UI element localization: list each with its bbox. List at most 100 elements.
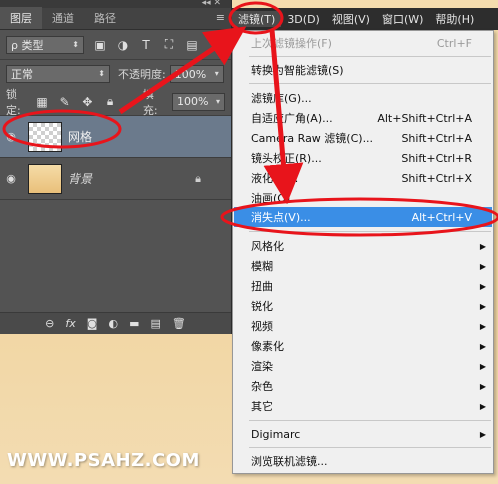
layer-row-grid[interactable]: ◉ 网格 <box>0 116 231 158</box>
lock-label: 锁定: <box>6 87 21 117</box>
type-filter-icon[interactable]: T <box>139 38 153 52</box>
menu-item-label: 滤镜库(G)... <box>251 92 312 105</box>
menu-item-blur[interactable]: 模糊 ▶ <box>234 256 492 276</box>
lock-row: 锁定: ▦ ✎ ✥ 🔒︎ 填充: 100% ▾ <box>0 87 231 117</box>
tab-paths[interactable]: 路径 <box>84 7 126 29</box>
menu-item-shortcut: Shift+Ctrl+A <box>401 131 472 145</box>
submenu-arrow-icon: ▶ <box>479 321 486 331</box>
menu-item-liquify[interactable]: 液化(L)... Shift+Ctrl+X <box>234 168 492 188</box>
menu-item-camera-raw[interactable]: Camera Raw 滤镜(C)... Shift+Ctrl+A <box>234 128 492 148</box>
smart-object-filter-icon[interactable]: ▤ <box>185 38 199 52</box>
opacity-input[interactable]: 100% ▾ <box>169 65 224 83</box>
lock-position-icon[interactable]: ✥ <box>81 95 95 109</box>
lock-pixels-icon[interactable]: ✎ <box>58 95 72 109</box>
menu-item-oil-paint[interactable]: 油画(O)... <box>234 188 492 208</box>
submenu-arrow-icon: ▶ <box>479 341 486 351</box>
menu-item-last-filter[interactable]: 上次滤镜操作(F) Ctrl+F <box>234 33 492 53</box>
fill-label: 填充: <box>142 87 158 117</box>
menu-item-label: 上次滤镜操作(F) <box>251 37 332 50</box>
filter-menu: 上次滤镜操作(F) Ctrl+F 转换为智能滤镜(S) 滤镜库(G)... 自适… <box>232 30 494 474</box>
lock-icon: 🔒︎ <box>195 171 201 185</box>
menu-item-sharpen[interactable]: 锐化 ▶ <box>234 296 492 316</box>
menu-item-label: 锐化 <box>251 300 273 313</box>
fx-icon[interactable]: fx <box>65 317 75 330</box>
layer-thumbnail <box>28 163 62 194</box>
submenu-arrow-icon: ▶ <box>479 301 486 311</box>
panel-menu-icon[interactable]: ≡ <box>216 11 225 24</box>
menu-item-label: 镜头校正(R)... <box>251 152 322 165</box>
menu-item-noise[interactable]: 杂色 ▶ <box>234 376 492 396</box>
trash-icon[interactable]: 🗑︎ <box>172 317 186 330</box>
menu-separator <box>249 447 491 448</box>
menu-bar: 滤镜(T) 3D(D) 视图(V) 窗口(W) 帮助(H) <box>232 8 498 30</box>
menu-item-digimarc[interactable]: Digimarc ▶ <box>234 424 492 444</box>
menu-item-label: 视频 <box>251 320 273 333</box>
menu-3d[interactable]: 3D(D) <box>281 13 326 26</box>
menu-item-label: 模糊 <box>251 260 273 273</box>
menu-item-label: 液化(L)... <box>251 172 299 185</box>
filter-row: ρ 类型 ⬍ ▣ ◑ T ⛶ ▤ ● <box>0 30 231 60</box>
filter-kind-select[interactable]: ρ 类型 ⬍ <box>6 35 84 54</box>
menu-item-stylize[interactable]: 风格化 ▶ <box>234 236 492 256</box>
menu-window[interactable]: 窗口(W) <box>376 11 429 27</box>
submenu-arrow-icon: ▶ <box>479 401 486 411</box>
submenu-arrow-icon: ▶ <box>479 429 486 439</box>
chevron-down-icon: ⬍ <box>72 39 79 49</box>
menu-item-label: Digimarc <box>251 427 301 441</box>
menu-item-video[interactable]: 视频 ▶ <box>234 316 492 336</box>
menu-item-label: 其它 <box>251 400 273 413</box>
adjustment-icon[interactable]: ◐ <box>108 317 118 330</box>
menu-item-pixelate[interactable]: 像素化 ▶ <box>234 336 492 356</box>
panel-footer: ⊖ fx ◙ ◐ ▬ ▤ 🗑︎ <box>0 312 231 334</box>
eye-icon[interactable]: ◉ <box>0 172 22 185</box>
menu-item-filter-gallery[interactable]: 滤镜库(G)... <box>234 88 492 108</box>
menu-item-shortcut: Ctrl+F <box>436 36 472 50</box>
menu-item-browse-online-filters[interactable]: 浏览联机滤镜... <box>234 451 492 471</box>
menu-item-label: 转换为智能滤镜(S) <box>251 64 344 77</box>
eye-icon[interactable]: ◉ <box>0 130 22 143</box>
lock-transparency-icon[interactable]: ▦ <box>35 95 49 109</box>
menu-item-convert-smart-filter[interactable]: 转换为智能滤镜(S) <box>234 60 492 80</box>
fill-input[interactable]: 100% ▾ <box>172 92 226 111</box>
shape-filter-icon[interactable]: ⛶ <box>162 37 176 52</box>
layer-name[interactable]: 背景 <box>68 170 92 187</box>
menu-item-distort[interactable]: 扭曲 ▶ <box>234 276 492 296</box>
layer-thumbnail <box>28 121 62 152</box>
link-icon[interactable]: ⊖ <box>45 317 54 330</box>
menu-item-label: 扭曲 <box>251 280 273 293</box>
lock-all-icon[interactable]: 🔒︎ <box>103 94 117 109</box>
collapse-icon[interactable]: ◂◂ ✕ <box>202 0 221 8</box>
layer-row-background[interactable]: ◉ 背景 🔒︎ <box>0 158 231 200</box>
menu-view[interactable]: 视图(V) <box>326 11 376 27</box>
chevron-down-icon: ⬍ <box>98 69 105 78</box>
menu-item-lens-correction[interactable]: 镜头校正(R)... Shift+Ctrl+R <box>234 148 492 168</box>
opacity-label: 不透明度: <box>118 68 166 81</box>
tab-channels[interactable]: 通道 <box>42 7 84 29</box>
submenu-arrow-icon: ▶ <box>479 381 486 391</box>
menu-item-other[interactable]: 其它 ▶ <box>234 396 492 416</box>
menu-item-vanishing-point[interactable]: 消失点(V)... Alt+Ctrl+V <box>234 207 492 227</box>
filter-toggle-icon[interactable]: ● <box>208 40 222 50</box>
menu-separator <box>249 83 491 84</box>
tab-layers[interactable]: 图层 <box>0 7 42 29</box>
menu-help[interactable]: 帮助(H) <box>429 11 480 27</box>
menu-filter[interactable]: 滤镜(T) <box>232 11 282 27</box>
adjustment-filter-icon[interactable]: ◑ <box>116 38 130 52</box>
new-layer-icon[interactable]: ▤ <box>150 317 160 330</box>
blend-mode-select[interactable]: 正常 ⬍ <box>6 65 110 83</box>
layer-name[interactable]: 网格 <box>68 128 92 145</box>
group-icon[interactable]: ▬ <box>129 317 139 330</box>
filter-kind-label: ρ 类型 <box>11 38 44 52</box>
watermark-text: WWW.PSAHZ.COM <box>7 450 200 471</box>
menu-item-render[interactable]: 渲染 ▶ <box>234 356 492 376</box>
menu-item-label: 自适应广角(A)... <box>251 112 333 125</box>
menu-item-adaptive-wide-angle[interactable]: 自适应广角(A)... Alt+Shift+Ctrl+A <box>234 108 492 128</box>
menu-item-label: Camera Raw 滤镜(C)... <box>251 132 374 145</box>
layers-panel: ◂◂ ✕ 图层 通道 路径 ≡ ρ 类型 ⬍ ▣ ◑ T ⛶ ▤ ● 正常 ⬍ … <box>0 0 232 334</box>
blend-row: 正常 ⬍ 不透明度: 100% ▾ <box>0 60 231 88</box>
mask-icon[interactable]: ◙ <box>87 317 98 330</box>
menu-separator <box>249 420 491 421</box>
menu-item-label: 像素化 <box>251 340 284 353</box>
menu-item-label: 消失点(V)... <box>251 211 311 224</box>
image-filter-icon[interactable]: ▣ <box>93 38 107 52</box>
